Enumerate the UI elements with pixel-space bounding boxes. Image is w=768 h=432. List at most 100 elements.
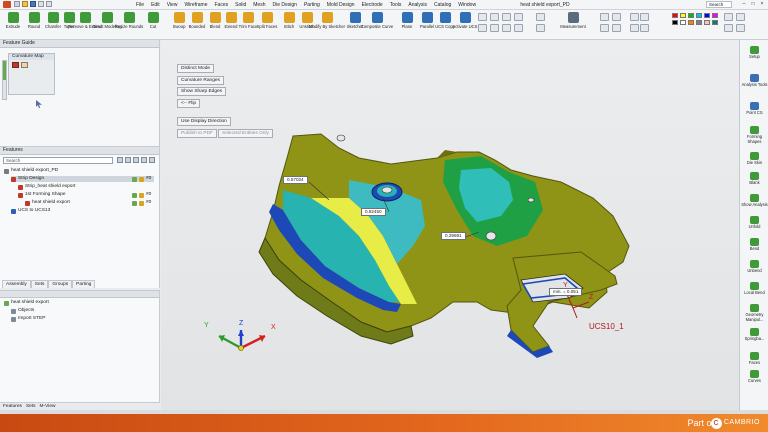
menu-item-solid[interactable]: Solid xyxy=(235,2,246,8)
color-swatch[interactable] xyxy=(688,13,694,18)
color-swatch[interactable] xyxy=(680,13,686,18)
object-tree-item[interactable]: Import STEP xyxy=(11,316,45,322)
ribbon-tool-icon[interactable] xyxy=(600,13,609,21)
render-icon[interactable] xyxy=(736,13,745,21)
ribbon-tool-icon[interactable] xyxy=(514,24,523,32)
object-tree-item[interactable]: Objects xyxy=(11,308,34,314)
menu-item-catalog[interactable]: Catalog xyxy=(434,2,451,8)
expand-icon[interactable] xyxy=(125,157,131,163)
graphics-viewport[interactable]: Distinct Mode Curvature Ranges Show Sharp … xyxy=(161,40,739,410)
collapse-icon[interactable] xyxy=(133,157,139,163)
bottom-tab-features[interactable]: Features xyxy=(3,403,22,410)
ribbon-composite-curve-button[interactable]: Composite Curve xyxy=(361,12,393,29)
right-tool-blank[interactable]: Blank xyxy=(741,172,768,186)
feature-tree-item[interactable]: 1st Forming Shape xyxy=(18,192,66,198)
maximize-icon[interactable]: □ xyxy=(749,1,757,8)
close-icon[interactable]: × xyxy=(758,1,766,8)
tab-assembly[interactable]: Assembly xyxy=(2,280,31,288)
color-swatch[interactable] xyxy=(696,20,702,25)
right-tool-unbend[interactable]: Unbend xyxy=(741,260,768,274)
menu-item-die-design[interactable]: Die Design xyxy=(272,2,296,8)
right-tool-geometry-manipul[interactable]: Geometry Manipul... xyxy=(741,304,768,322)
menu-item-edit[interactable]: Edit xyxy=(151,2,160,8)
tab-parting[interactable]: Parting xyxy=(72,280,96,288)
curvature-value-callout[interactable]: 0.82450 xyxy=(361,208,386,216)
ribbon-tool-icon[interactable] xyxy=(612,24,621,32)
ribbon-measurement-button[interactable]: Measurement xyxy=(560,12,586,29)
color-swatch[interactable] xyxy=(712,13,718,18)
lock-icon[interactable] xyxy=(139,200,144,206)
color-swatch[interactable] xyxy=(672,20,678,25)
menu-item-faces[interactable]: Faces xyxy=(215,2,229,8)
menu-item-parting[interactable]: Parting xyxy=(304,2,320,8)
right-tool-point-cs[interactable]: Point CS xyxy=(741,102,768,116)
help-search-input[interactable]: Search xyxy=(706,1,732,8)
feature-tree-item[interactable]: Strip_heat shield export xyxy=(18,184,75,190)
tab-groups[interactable]: Groups xyxy=(48,280,73,288)
ribbon-resize-rounds-button[interactable]: Resize Rounds xyxy=(115,12,143,29)
features-search-input[interactable]: Search xyxy=(3,157,113,164)
color-swatch[interactable] xyxy=(688,20,694,25)
feature-tree-item[interactable]: UCS to UCS13 xyxy=(11,208,50,214)
color-swatch[interactable] xyxy=(696,13,702,18)
ribbon-cut-button[interactable]: Cut xyxy=(142,12,164,29)
color-swatch[interactable] xyxy=(704,13,710,18)
menu-item-file[interactable]: File xyxy=(136,2,144,8)
ribbon-tool-icon[interactable] xyxy=(502,24,511,32)
right-tool-die-skin[interactable]: Die Skin xyxy=(741,152,768,166)
ribbon-activate-ucs-button[interactable]: Activate UCS xyxy=(453,12,477,29)
open-icon[interactable] xyxy=(22,1,28,7)
ribbon-plane-button[interactable]: Plane xyxy=(396,12,418,29)
feature-tree-item[interactable]: heat shield export_PD xyxy=(4,168,58,174)
menu-item-mesh[interactable]: Mesh xyxy=(253,2,265,8)
ucs-label[interactable]: UCS10_1 xyxy=(589,322,624,331)
ribbon-split-faces-button[interactable]: Split Faces xyxy=(256,12,278,29)
ribbon-tool-icon[interactable] xyxy=(630,24,639,32)
curvature-value-callout[interactable]: 0.29691 xyxy=(441,232,466,240)
menu-item-view[interactable]: View xyxy=(167,2,178,8)
color-swatch[interactable] xyxy=(712,20,718,25)
ribbon-tool-icon[interactable] xyxy=(478,24,487,32)
ribbon-tool-icon[interactable] xyxy=(612,13,621,21)
app-logo-icon[interactable] xyxy=(3,1,11,8)
settings-icon[interactable] xyxy=(141,157,147,163)
display-mode-icon[interactable] xyxy=(724,13,733,21)
right-tool-faces[interactable]: Faces xyxy=(741,352,768,366)
ribbon-tool-icon[interactable] xyxy=(502,13,511,21)
pin-icon[interactable] xyxy=(149,157,155,163)
visible-icon[interactable] xyxy=(132,176,137,182)
ribbon-tool-icon[interactable] xyxy=(514,13,523,21)
tab-sets[interactable]: Sets xyxy=(30,280,49,288)
menu-item-analysis[interactable]: Analysis xyxy=(408,2,427,8)
feature-tree-item[interactable]: heat shield export xyxy=(25,200,70,206)
ribbon-modify-by-sketcher-button[interactable]: Modify By Sketcher xyxy=(309,12,345,29)
lock-icon[interactable] xyxy=(139,192,144,198)
right-tool-setup[interactable]: Setup xyxy=(741,46,768,60)
right-tool-bend[interactable]: Bend xyxy=(741,238,768,252)
ribbon-tool-icon[interactable] xyxy=(600,24,609,32)
menu-item-tools[interactable]: Tools xyxy=(390,2,402,8)
new-icon[interactable] xyxy=(14,1,20,7)
ribbon-tool-icon[interactable] xyxy=(630,13,639,21)
lock-icon[interactable] xyxy=(139,176,144,182)
curvature-value-callout[interactable]: min. = 0.051 xyxy=(549,288,583,296)
color-swatch[interactable] xyxy=(704,20,710,25)
bottom-tab-m-view[interactable]: M-View xyxy=(40,403,56,410)
ribbon-tool-icon[interactable] xyxy=(640,24,649,32)
ribbon-extrude-button[interactable]: Extrude xyxy=(2,12,24,29)
right-tool-analysis-tools[interactable]: Analysis Tools xyxy=(741,74,768,88)
ribbon-tool-icon[interactable] xyxy=(536,24,545,32)
right-tool-forming-shapes[interactable]: Forming Shapes xyxy=(741,126,768,144)
ribbon-tool-icon[interactable] xyxy=(640,13,649,21)
minimize-icon[interactable]: – xyxy=(740,1,748,8)
ribbon-tool-icon[interactable] xyxy=(536,13,545,21)
right-tool-unfold[interactable]: Unfold xyxy=(741,216,768,230)
side-tab-reports[interactable] xyxy=(3,61,6,80)
color-swatch[interactable] xyxy=(672,13,678,18)
redo-icon[interactable] xyxy=(46,1,52,7)
undo-icon[interactable] xyxy=(38,1,44,7)
ribbon-tool-icon[interactable] xyxy=(478,13,487,21)
part-model[interactable] xyxy=(161,40,739,410)
right-tool-curves[interactable]: Curves xyxy=(741,370,768,384)
curvature-settings-icon[interactable] xyxy=(21,62,28,68)
